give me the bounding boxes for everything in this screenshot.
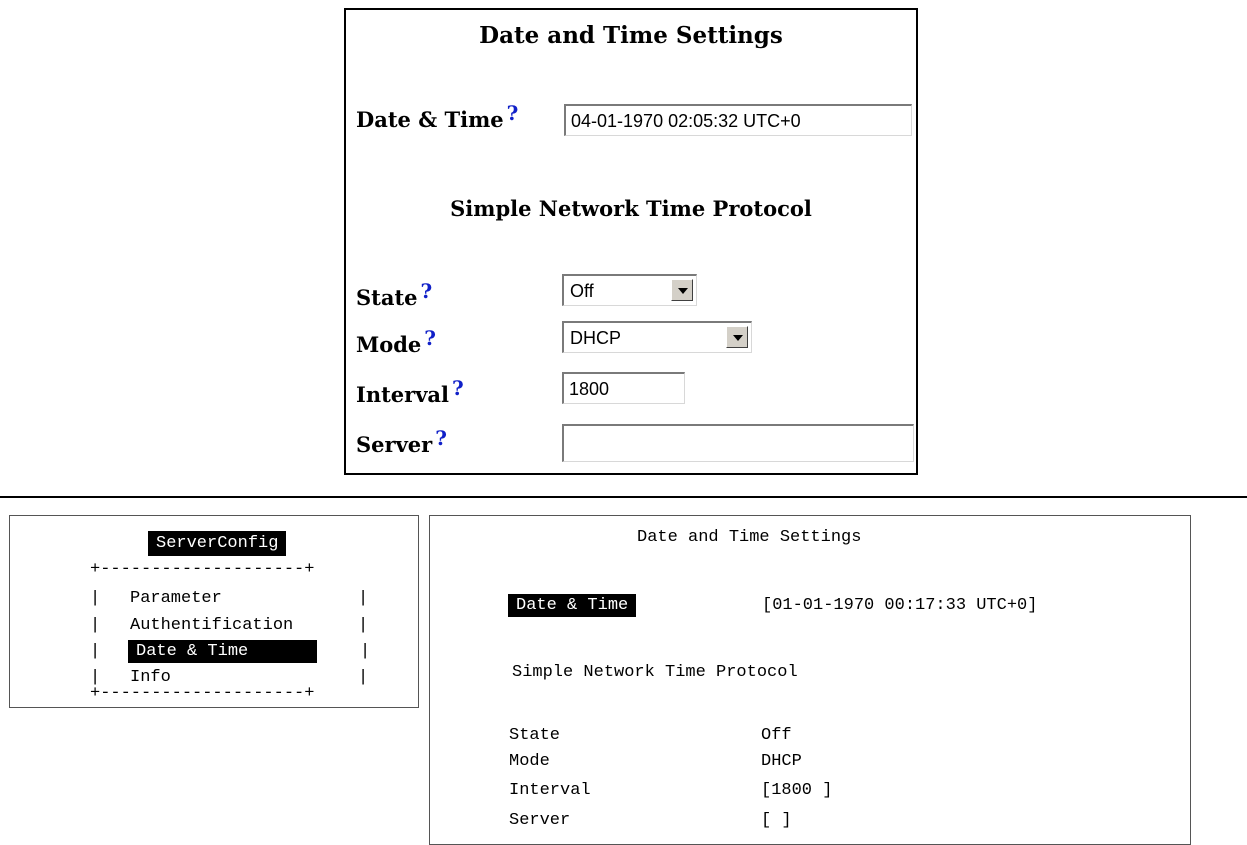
menu-item-authentification[interactable]: Authentification [130, 614, 293, 637]
menu-border-bottom: +--------------------+ [90, 684, 315, 703]
terminal-state-label: State [509, 726, 561, 745]
mode-dropdown-arrow-icon[interactable] [726, 326, 748, 348]
menu-border-top: +--------------------+ [90, 560, 315, 579]
mode-label-text: Mode [356, 332, 422, 357]
terminal-interval-value[interactable]: [1800 ] [761, 781, 832, 800]
terminal-server-label: Server [509, 811, 571, 830]
menu-border-left-1: | [90, 589, 101, 608]
mode-select-value: DHCP [570, 328, 622, 348]
state-select-value: Off [570, 281, 594, 301]
datetime-help-icon[interactable]: ? [507, 101, 519, 125]
server-help-icon[interactable]: ? [435, 426, 447, 450]
mode-label: Mode? [356, 326, 436, 357]
state-help-icon[interactable]: ? [421, 279, 433, 303]
section-divider [0, 496, 1247, 498]
terminal-settings-panel: Date and Time Settings Date & Time [01-0… [429, 515, 1191, 845]
terminal-datetime-label[interactable]: Date & Time [508, 594, 637, 617]
interval-help-icon[interactable]: ? [452, 376, 464, 400]
terminal-sntp-title: Simple Network Time Protocol [512, 663, 798, 682]
datetime-label: Date & Time? [356, 101, 518, 132]
web-settings-panel: Date and Time Settings Date & Time? 04-0… [344, 8, 918, 475]
state-dropdown-arrow-icon[interactable] [671, 279, 693, 301]
menu-border-right-2: | [358, 616, 369, 635]
interval-label: Interval? [356, 376, 464, 407]
menu-border-right-1: | [358, 589, 369, 608]
server-input[interactable] [562, 424, 914, 462]
datetime-input[interactable]: 04-01-1970 02:05:32 UTC+0 [564, 104, 912, 136]
menu-border-right-4: | [358, 668, 369, 687]
terminal-datetime-value[interactable]: [01-01-1970 00:17:33 UTC+0] [762, 596, 1037, 615]
terminal-menu-panel: ServerConfig +--------------------+ | Pa… [9, 515, 419, 708]
menu-border-left-2: | [90, 616, 101, 635]
terminal-mode-value[interactable]: DHCP [761, 752, 802, 771]
mode-select[interactable]: DHCP [562, 321, 752, 353]
terminal-interval-label: Interval [509, 781, 591, 800]
terminal-mode-label: Mode [509, 752, 550, 771]
datetime-label-text: Date & Time [356, 107, 504, 132]
terminal-server-value[interactable]: [ ] [761, 811, 792, 830]
sntp-section-title: Simple Network Time Protocol [450, 196, 812, 221]
mode-help-icon[interactable]: ? [424, 326, 436, 350]
menu-item-parameter[interactable]: Parameter [130, 587, 222, 610]
server-label: Server? [356, 426, 447, 457]
terminal-state-value[interactable]: Off [761, 726, 792, 745]
menu-border-right-3: | [360, 642, 371, 661]
state-label-text: State [356, 285, 418, 310]
menu-item-date-time[interactable]: Date & Time [128, 640, 317, 663]
interval-label-text: Interval [356, 382, 450, 407]
menu-title: ServerConfig [148, 531, 287, 556]
server-label-text: Server [356, 432, 433, 457]
state-select[interactable]: Off [562, 274, 697, 306]
menu-border-left-3: | [90, 642, 101, 661]
interval-input[interactable]: 1800 [562, 372, 685, 404]
state-label: State? [356, 279, 432, 310]
terminal-settings-title: Date and Time Settings [637, 528, 862, 547]
web-page-title: Date and Time Settings [479, 22, 783, 49]
